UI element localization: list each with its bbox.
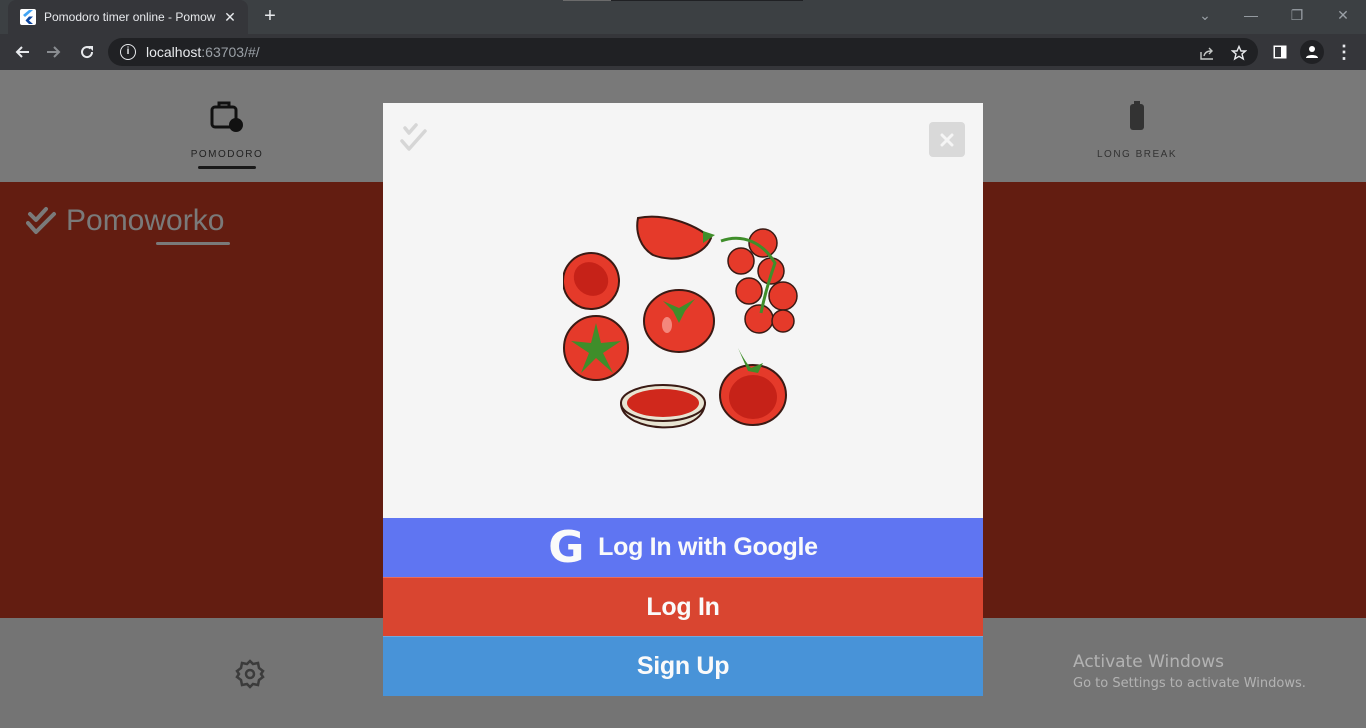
window-drag-indicator (563, 0, 803, 1)
auth-modal: G Log In with Google Log In Sign Up (383, 103, 983, 696)
new-tab-button[interactable]: + (259, 6, 281, 28)
browser-menu-icon[interactable]: ⋮ (1334, 42, 1354, 62)
restore-button[interactable]: ❐ (1282, 4, 1312, 26)
reload-icon (81, 46, 94, 59)
watermark-title: Activate Windows (1073, 652, 1224, 672)
bookmark-star-icon[interactable] (1230, 44, 1248, 62)
browser-titlebar: Pomodoro timer online - Pomow ✕ + ⌄ — ❐ … (0, 0, 1366, 34)
windows-activation-watermark: Activate Windows Go to Settings to activ… (1073, 652, 1306, 691)
tomato-wedge-top (636, 215, 715, 260)
google-icon: G (548, 521, 585, 573)
profile-avatar-icon[interactable] (1300, 40, 1324, 64)
url-path: :63703/#/ (201, 44, 260, 60)
cherry-tomato-vine (727, 228, 798, 334)
tomato-wedge-left (563, 252, 620, 310)
address-bar[interactable]: i localhost:63703/#/ (108, 38, 1258, 66)
close-window-button[interactable]: ✕ (1328, 4, 1358, 26)
signup-label: Sign Up (636, 652, 730, 680)
tomatoes-illustration (563, 215, 798, 429)
tomato-top-view (563, 315, 629, 381)
app-viewport: POMODORO LONG BREAK Pomoworko (0, 70, 1366, 728)
site-info-icon[interactable]: i (120, 44, 136, 60)
flutter-favicon-icon (20, 9, 36, 25)
forward-button[interactable] (42, 40, 66, 64)
browser-toolbar: i localhost:63703/#/ ⋮ (0, 34, 1366, 70)
tomato-sauce-bowl (619, 384, 707, 429)
reload-button[interactable] (75, 40, 99, 64)
back-button[interactable] (10, 40, 34, 64)
login-label: Log In (646, 592, 720, 621)
modal-close-button[interactable] (929, 122, 965, 157)
arrow-right-icon (47, 46, 61, 58)
login-button[interactable]: Log In (383, 577, 983, 636)
login-with-google-label: Log In with Google (598, 533, 818, 561)
signup-button[interactable]: Sign Up (383, 636, 983, 696)
close-icon (940, 133, 954, 146)
browser-tab[interactable]: Pomodoro timer online - Pomow ✕ (8, 0, 248, 34)
arrow-left-icon (15, 46, 29, 58)
minimize-button[interactable]: — (1236, 4, 1266, 26)
side-panel-icon[interactable] (1270, 42, 1290, 62)
tab-search-icon[interactable]: ⌄ (1190, 4, 1220, 26)
tab-close-icon[interactable]: ✕ (222, 9, 238, 26)
double-check-icon (400, 123, 427, 151)
url-host: localhost (146, 44, 202, 60)
tomato-half-right (719, 348, 787, 426)
tab-title: Pomodoro timer online - Pomow (44, 10, 216, 24)
tomato-whole-center (643, 289, 715, 353)
watermark-subtitle: Go to Settings to activate Windows. (1073, 676, 1306, 691)
share-icon[interactable] (1198, 44, 1216, 62)
login-with-google-button[interactable]: G Log In with Google (383, 518, 983, 577)
